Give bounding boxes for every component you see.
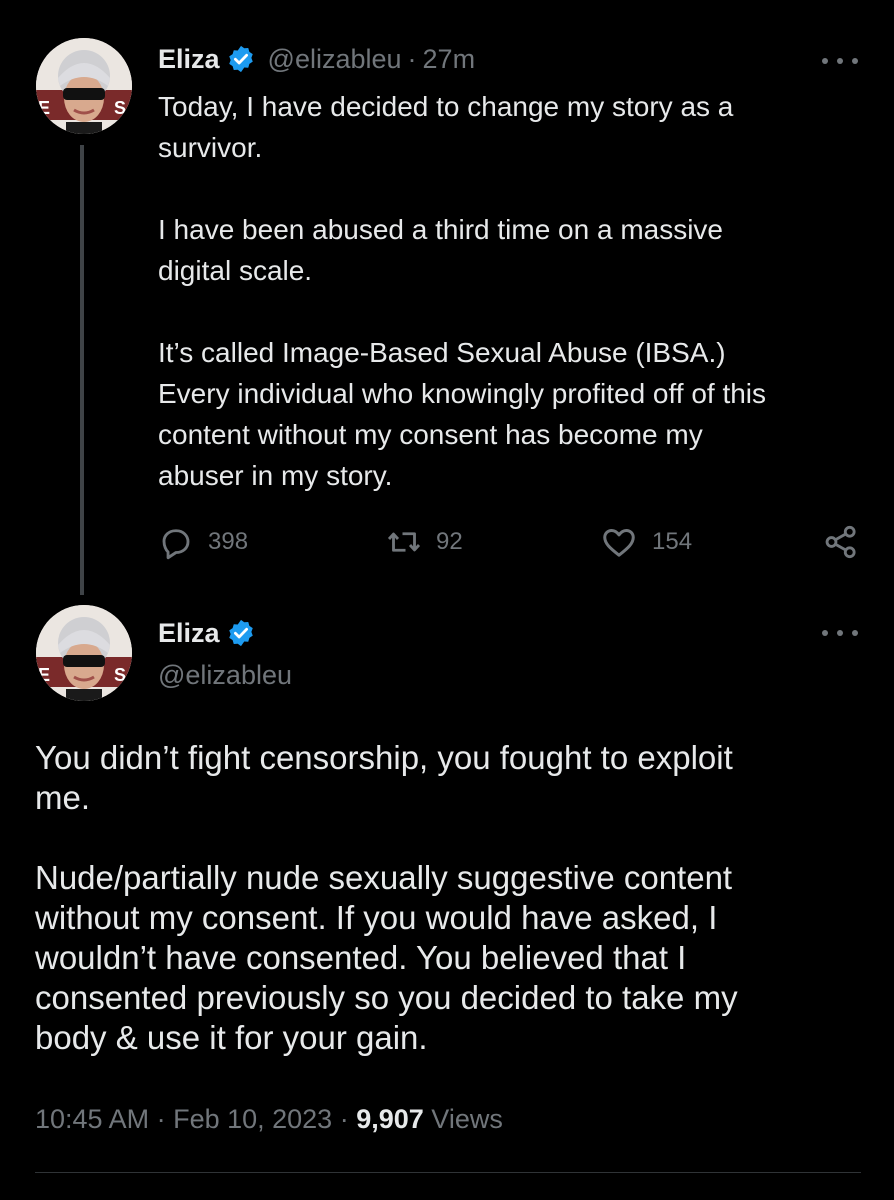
svg-text:S: S bbox=[114, 98, 126, 118]
svg-text:E: E bbox=[38, 98, 50, 118]
avatar[interactable]: E S bbox=[36, 38, 132, 134]
author-handle[interactable]: @elizableu bbox=[158, 660, 292, 691]
tweet2-body: You didn’t fight censorship, you fought … bbox=[35, 739, 738, 1056]
retweet-icon bbox=[387, 532, 421, 552]
more-dot bbox=[837, 58, 843, 64]
author-name[interactable]: Eliza bbox=[158, 616, 220, 650]
tweet1-actions: 398 92 154 bbox=[158, 520, 864, 564]
tweet-meta: 10:45 AM · Feb 10, 2023 · 9,907 Views bbox=[35, 1104, 503, 1135]
share-icon bbox=[825, 525, 856, 559]
profile-photo-icon: E S bbox=[36, 38, 132, 134]
share-button[interactable] bbox=[822, 520, 860, 564]
more-options-icon[interactable] bbox=[822, 626, 858, 640]
retweet-button[interactable]: 92 bbox=[386, 520, 463, 564]
reply-count: 398 bbox=[208, 528, 249, 555]
profile-photo-icon: E S bbox=[36, 605, 132, 701]
reply-icon bbox=[162, 529, 190, 560]
tweet1-body: Today, I have decided to change my story… bbox=[158, 91, 767, 491]
author-handle[interactable]: @elizableu bbox=[268, 42, 402, 76]
separator-dot: · bbox=[407, 44, 417, 74]
retweet-count: 92 bbox=[436, 528, 463, 555]
more-dot bbox=[837, 630, 843, 636]
tweet1-header: Eliza @elizableu · 27m bbox=[158, 42, 475, 76]
like-button[interactable]: 154 bbox=[600, 520, 692, 564]
more-dot bbox=[852, 58, 858, 64]
views-count[interactable]: 9,907 bbox=[356, 1104, 424, 1134]
author-name[interactable]: Eliza bbox=[158, 42, 220, 76]
svg-text:E: E bbox=[38, 665, 50, 685]
more-dot bbox=[822, 630, 828, 636]
more-dot bbox=[852, 630, 858, 636]
divider bbox=[35, 1172, 861, 1173]
timestamp[interactable]: 10:45 AM · Feb 10, 2023 · bbox=[35, 1104, 356, 1134]
like-count: 154 bbox=[652, 528, 693, 555]
more-dot bbox=[822, 58, 828, 64]
tweet2-header: Eliza bbox=[158, 616, 256, 650]
tweet-time[interactable]: 27m bbox=[423, 42, 476, 76]
verified-badge-icon bbox=[226, 44, 256, 74]
more-options-icon[interactable] bbox=[822, 54, 858, 68]
verified-badge-icon bbox=[226, 618, 256, 648]
thread-connector-line bbox=[80, 145, 84, 595]
reply-button[interactable]: 398 bbox=[158, 520, 248, 564]
svg-text:S: S bbox=[114, 665, 126, 685]
avatar[interactable]: E S bbox=[36, 605, 132, 701]
views-label: Views bbox=[431, 1104, 503, 1134]
heart-icon bbox=[603, 528, 635, 557]
